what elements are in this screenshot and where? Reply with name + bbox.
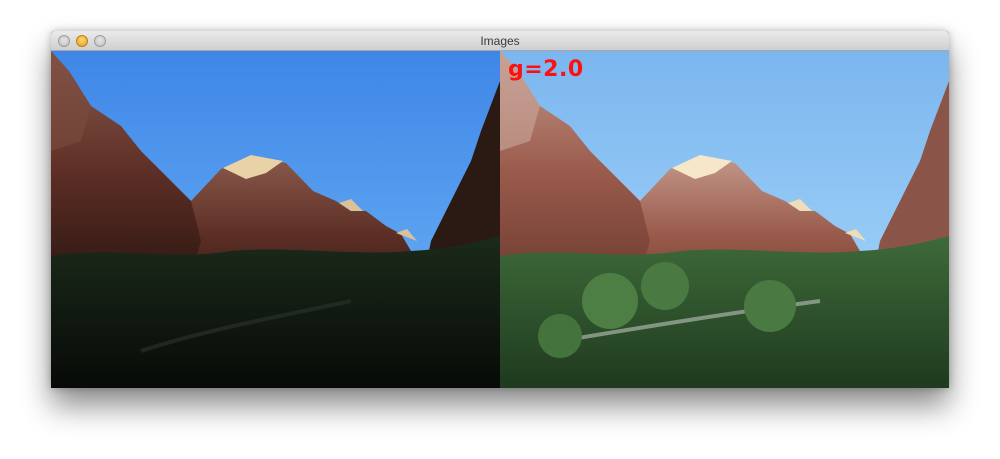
canyon-photo-original xyxy=(51,51,500,388)
gamma-value-label: g=2.0 xyxy=(508,57,584,82)
window-titlebar[interactable]: Images xyxy=(51,31,949,51)
gamma-corrected-image: g=2.0 xyxy=(500,51,949,388)
image-window: Images g=2.0 xyxy=(51,31,949,388)
canyon-photo-gamma xyxy=(500,51,949,388)
window-title: Images xyxy=(480,34,520,48)
original-image xyxy=(51,51,500,388)
